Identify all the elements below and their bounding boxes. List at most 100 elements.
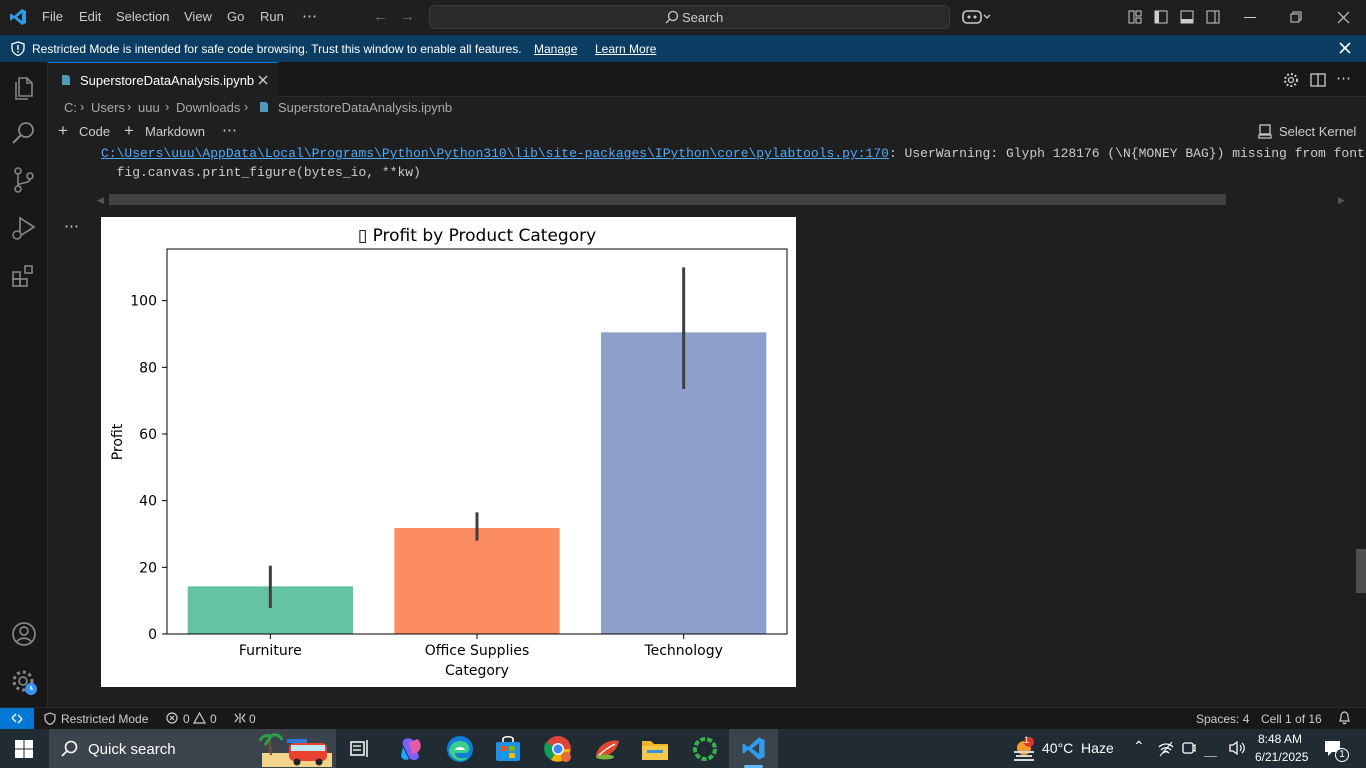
notebook-file-icon (260, 102, 268, 112)
warning-count[interactable]: 0 (210, 712, 217, 726)
weather-text[interactable]: 40°C Haze (1042, 740, 1114, 756)
toggle-primary-sidebar-icon[interactable] (1154, 10, 1168, 24)
shield-icon (44, 712, 56, 725)
scroll-left-icon[interactable]: ◀ (97, 195, 104, 206)
menu-file[interactable]: File (42, 9, 63, 24)
learn-more-link[interactable]: Learn More (595, 42, 656, 56)
select-kernel-button[interactable]: Select Kernel (1279, 124, 1356, 139)
chrome-browser-icon[interactable] (542, 733, 574, 765)
chevron-up-icon[interactable]: ⌃ (1133, 738, 1145, 755)
menu-view[interactable]: View (184, 9, 212, 24)
breadcrumb-file[interactable]: SuperstoreDataAnalysis.ipynb (278, 100, 452, 115)
microsoft-store-icon[interactable] (492, 733, 524, 765)
notebook-editor: C:\Users\uuu\AppData\Local\Programs\Pyth… (48, 145, 1366, 707)
settings-gear-icon[interactable] (1283, 72, 1299, 88)
network-icon[interactable] (1158, 741, 1174, 757)
error-count[interactable]: 0 (183, 712, 190, 726)
breadcrumb-users[interactable]: Users (91, 100, 125, 115)
clock-date[interactable]: 6/21/2025 (1255, 750, 1308, 764)
editor-more-actions[interactable]: ⋯ (1336, 69, 1351, 87)
close-banner-icon[interactable] (1339, 42, 1351, 54)
chevron-right-icon: › (80, 99, 85, 114)
ports-count[interactable]: 0 (249, 712, 256, 726)
breadcrumb-drive[interactable]: C: (64, 100, 77, 115)
editor-tabs: SuperstoreDataAnalysis.ipynb ⋯ (48, 62, 1366, 97)
menu-run[interactable]: Run (260, 9, 284, 24)
manage-gear-icon[interactable] (10, 668, 38, 696)
copilot-app-icon[interactable] (395, 733, 427, 765)
close-tab-icon[interactable] (258, 75, 268, 85)
bar-chart: ▯ Profit by Product Category 0 20 40 60 80 10… (110, 226, 788, 679)
warning-text: : UserWarning: Glyph 128176 (\N{MONEY BA… (888, 146, 1365, 161)
x-tick-label: Furniture (239, 643, 302, 659)
back-arrow-icon[interactable]: ← (373, 8, 388, 25)
menu-more[interactable]: ⋯ (302, 7, 317, 25)
vscode-taskbar-active[interactable] (729, 729, 778, 768)
y-tick-label: 60 (139, 427, 157, 443)
title-bar: File Edit Selection View Go Run ⋯ ← → Se… (0, 0, 1366, 35)
extensions-icon[interactable] (10, 262, 38, 290)
y-tick-label: 80 (139, 360, 157, 376)
search-label: Search (682, 10, 724, 25)
add-markdown-button[interactable]: Markdown (145, 124, 205, 139)
edge-browser-icon[interactable] (444, 733, 476, 765)
activity-bar (0, 62, 48, 707)
warning-line-1: C:\Users\uuu\AppData\Local\Programs\Pyth… (101, 146, 1365, 161)
breadcrumb: C: › Users › uuu › Downloads › Superstor… (48, 97, 1366, 119)
add-code-button[interactable]: Code (79, 124, 110, 139)
manage-link[interactable]: Manage (534, 42, 577, 56)
breadcrumb-downloads[interactable]: Downloads (176, 100, 240, 115)
minimize-icon[interactable] (1244, 17, 1256, 18)
vscode-app-icon (742, 737, 765, 760)
menu-edit[interactable]: Edit (79, 9, 101, 24)
remote-indicator[interactable] (0, 708, 34, 729)
editor-vertical-scrollbar[interactable] (1356, 549, 1366, 593)
taskbar-search-box[interactable]: Quick search (49, 729, 336, 768)
app-leaf-icon[interactable] (591, 733, 623, 765)
output-horizontal-scrollbar[interactable] (109, 194, 1226, 205)
toolbar-more[interactable]: ⋯ (222, 121, 237, 139)
windows-start-icon[interactable] (15, 740, 33, 758)
chevron-right-icon: › (244, 99, 249, 114)
search-icon (61, 740, 78, 757)
app-ring-icon[interactable] (689, 733, 721, 765)
explorer-icon[interactable] (10, 72, 38, 100)
notifications-bell-icon[interactable] (1338, 711, 1351, 725)
volume-icon[interactable] (1228, 740, 1246, 756)
scroll-right-icon[interactable]: ▶ (1338, 195, 1345, 206)
weather-badge: 1 (1024, 735, 1030, 745)
restricted-mode-status[interactable]: Restricted Mode (61, 712, 148, 726)
menu-go[interactable]: Go (227, 9, 244, 24)
search-sidebar-icon[interactable] (10, 119, 38, 147)
clock-time[interactable]: 8:48 AM (1258, 732, 1302, 746)
x-tick-label: Technology (643, 643, 722, 659)
source-control-icon[interactable] (10, 166, 38, 194)
command-center-search[interactable]: Search (429, 5, 950, 29)
close-window-icon[interactable] (1337, 11, 1350, 24)
toggle-panel-icon[interactable] (1180, 10, 1194, 24)
restore-icon[interactable] (1290, 11, 1303, 24)
split-editor-icon[interactable] (1310, 72, 1326, 88)
menu-selection[interactable]: Selection (116, 9, 169, 24)
breadcrumb-uuu[interactable]: uuu (138, 100, 160, 115)
indentation-status[interactable]: Spaces: 4 (1196, 712, 1249, 726)
vscode-logo-icon (10, 9, 26, 25)
kernel-icon (1258, 124, 1272, 139)
language-indicator-icon[interactable]: ＿ (1204, 740, 1217, 759)
task-view-icon[interactable] (350, 739, 370, 758)
cell-position-status[interactable]: Cell 1 of 16 (1261, 712, 1322, 726)
chevron-right-icon: › (127, 99, 132, 114)
warning-path-link[interactable]: C:\Users\uuu\AppData\Local\Programs\Pyth… (101, 146, 889, 161)
accounts-icon[interactable] (10, 620, 38, 648)
warning-icon (193, 712, 206, 724)
customize-layout-icon[interactable] (1128, 10, 1142, 24)
tab-superstore-notebook[interactable]: SuperstoreDataAnalysis.ipynb (48, 62, 278, 97)
meet-now-icon[interactable] (1182, 740, 1196, 756)
forward-arrow-icon[interactable]: → (400, 8, 415, 25)
toggle-secondary-sidebar-icon[interactable] (1206, 10, 1220, 24)
copilot-icon[interactable] (962, 9, 992, 25)
beach-van-illustration-icon (258, 733, 332, 767)
file-explorer-icon[interactable] (639, 733, 671, 765)
output-more-actions[interactable]: ⋯ (64, 217, 79, 235)
run-debug-icon[interactable] (10, 214, 38, 242)
